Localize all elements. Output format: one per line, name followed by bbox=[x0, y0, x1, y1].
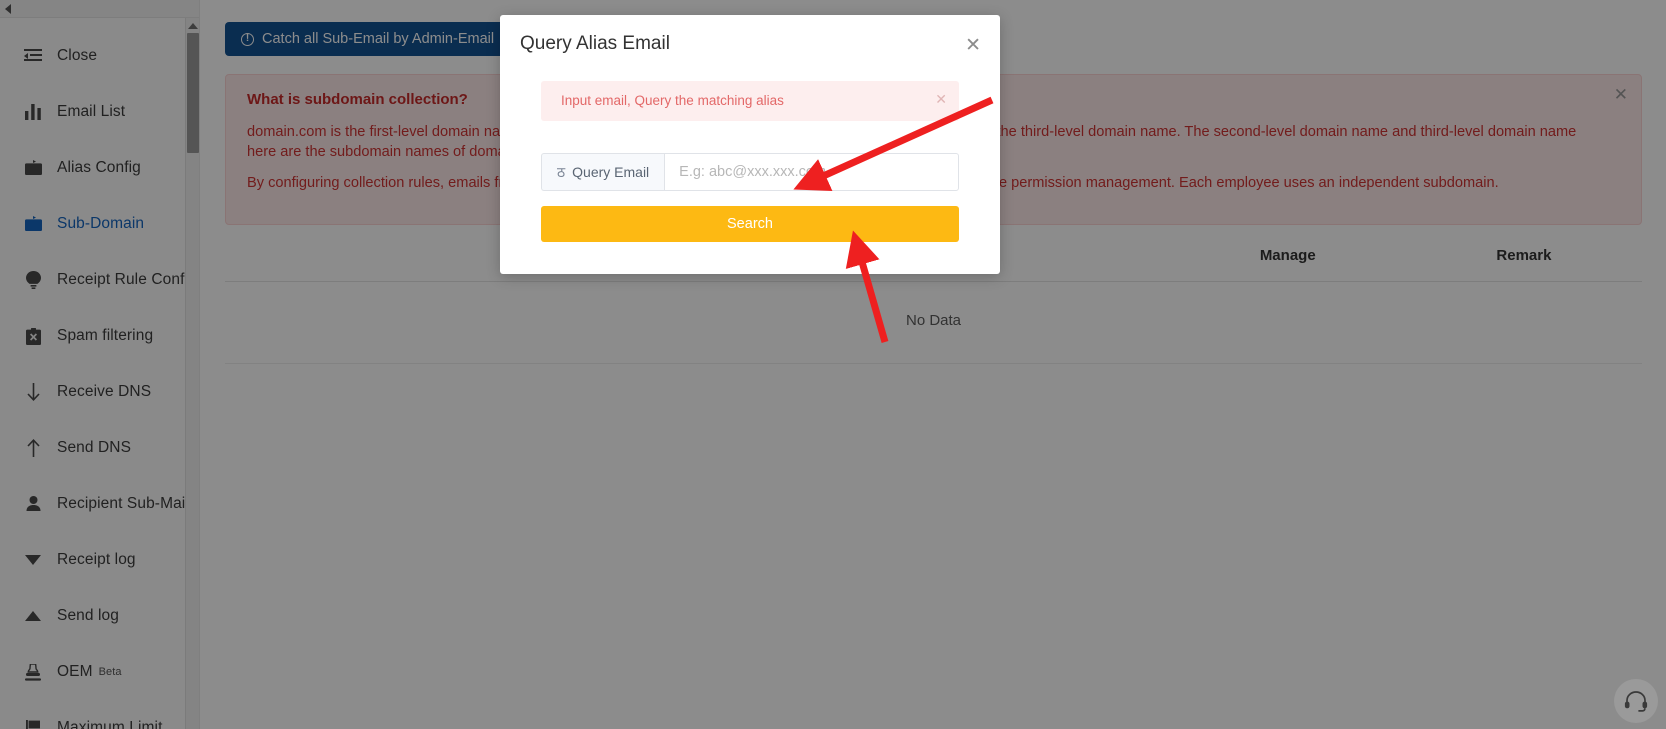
query-email-addon-label: Query Email bbox=[572, 164, 650, 180]
headset-icon bbox=[1624, 691, 1648, 712]
app-root: Close Email List Alias Config Sub-Domain… bbox=[0, 0, 1666, 729]
modal-notice-text: Input email, Query the matching alias bbox=[561, 93, 784, 108]
modal-header: Query Alias Email ✕ bbox=[500, 15, 1000, 55]
query-email-addon: ठ Query Email bbox=[541, 153, 665, 191]
modal-notice-alert: Input email, Query the matching alias ✕ bbox=[541, 81, 959, 121]
support-button[interactable] bbox=[1614, 679, 1658, 723]
query-email-input[interactable] bbox=[664, 153, 959, 191]
modal-body: Input email, Query the matching alias ✕ … bbox=[500, 55, 1000, 274]
modal-close-icon[interactable]: ✕ bbox=[965, 36, 981, 55]
query-email-input-group: ठ Query Email bbox=[541, 153, 959, 191]
key-glyph-icon: ठ bbox=[557, 163, 566, 180]
modal-notice-close-icon[interactable]: ✕ bbox=[935, 92, 947, 106]
query-alias-email-modal: Query Alias Email ✕ Input email, Query t… bbox=[500, 15, 1000, 274]
modal-title: Query Alias Email bbox=[520, 33, 670, 54]
search-button[interactable]: Search bbox=[541, 206, 959, 242]
